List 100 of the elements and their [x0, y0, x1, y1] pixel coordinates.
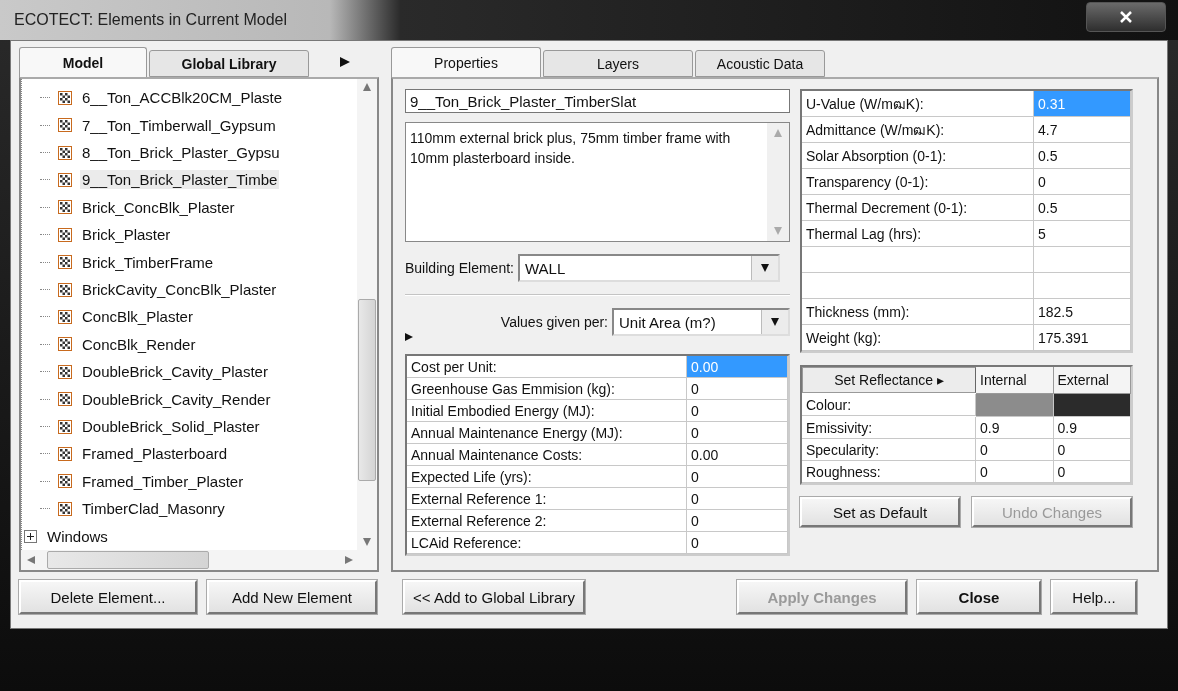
- tree-item[interactable]: 6__Ton_ACCBlk20CM_Plaste: [80, 88, 285, 108]
- table-cell[interactable]: 0: [687, 400, 788, 422]
- tree-item[interactable]: 7__Ton_Timberwall_Gypsum: [80, 115, 278, 135]
- scroll-right-icon: [340, 57, 350, 67]
- table-cell: Initial Embodied Energy (MJ):: [407, 400, 687, 422]
- table-cell[interactable]: 182.5: [1034, 299, 1131, 325]
- table-cell[interactable]: 175.391: [1034, 325, 1131, 351]
- table-cell: Thickness (mm):: [802, 299, 1034, 325]
- table-cell[interactable]: 0.5: [1034, 195, 1131, 221]
- table-cell[interactable]: 0: [687, 532, 788, 554]
- table-cell[interactable]: 0.9: [976, 417, 1054, 439]
- tree-item[interactable]: ConcBlk_Render: [80, 334, 198, 354]
- table-cell[interactable]: 0: [976, 439, 1054, 461]
- tree-item[interactable]: 8__Ton_Brick_Plaster_Gypsu: [80, 143, 282, 162]
- tree-item[interactable]: Brick_ConcBlk_Plaster: [80, 197, 237, 217]
- tree-item[interactable]: 9__Ton_Brick_Plaster_Timbe: [80, 170, 280, 190]
- tree-item[interactable]: Brick_TimberFrame: [80, 252, 216, 272]
- table-cell[interactable]: 0: [1034, 169, 1131, 195]
- table-cell: Cost per Unit:: [407, 356, 687, 378]
- close-icon: [1120, 11, 1132, 23]
- table-cell: Weight (kg):: [802, 325, 1034, 351]
- table-cell: Annual Maintenance Costs:: [407, 444, 687, 466]
- table-cell[interactable]: 5: [1034, 221, 1131, 247]
- tab[interactable]: Properties: [391, 47, 541, 77]
- scroll-up-icon: [774, 129, 782, 137]
- table-cell: LCAid Reference:: [407, 532, 687, 554]
- material-icon: [58, 200, 72, 215]
- vertical-scrollbar[interactable]: [357, 79, 377, 550]
- table-cell: Greenhouse Gas Emmision (kg):: [407, 378, 687, 400]
- tab[interactable]: Model: [19, 47, 147, 77]
- table-cell: Admittance (W/mฒK):: [802, 117, 1034, 143]
- material-icon: [58, 227, 72, 242]
- table-cell[interactable]: 0: [687, 466, 788, 488]
- colour-swatch[interactable]: [1053, 394, 1131, 417]
- tree-item[interactable]: Brick_Plaster: [80, 225, 173, 245]
- tree-item[interactable]: DoubleBrick_Solid_Plaster: [80, 417, 262, 437]
- tree-folder[interactable]: Windows: [45, 526, 110, 546]
- close-button[interactable]: [1086, 2, 1166, 32]
- tree-item[interactable]: BrickCavity_ConcBlk_Plaster: [80, 280, 279, 300]
- material-icon: [58, 474, 72, 489]
- table-cell[interactable]: 0: [687, 488, 788, 510]
- table-cell: Annual Maintenance Energy (MJ):: [407, 422, 687, 444]
- horizontal-scrollbar[interactable]: [21, 550, 377, 570]
- scroll-thumb[interactable]: [47, 551, 209, 569]
- table-cell[interactable]: 0: [687, 510, 788, 532]
- material-icon: [58, 309, 72, 324]
- table-cell[interactable]: 0.00: [687, 444, 788, 466]
- tab[interactable]: Layers: [543, 50, 693, 77]
- material-icon: [58, 337, 72, 352]
- table-cell[interactable]: 0.5: [1034, 143, 1131, 169]
- set-reflectance-button[interactable]: Set Reflectance ▸: [802, 367, 976, 393]
- tree-item[interactable]: ConcBlk_Plaster: [80, 307, 195, 327]
- scroll-up-icon: [363, 83, 371, 91]
- tab[interactable]: Acoustic Data: [695, 50, 825, 77]
- material-icon: [58, 118, 72, 133]
- dropdown-icon: [760, 264, 769, 272]
- material-icon: [58, 145, 72, 160]
- table-cell: Thermal Decrement (0-1):: [802, 195, 1034, 221]
- table-cell[interactable]: 0.9: [1053, 417, 1131, 439]
- description-field[interactable]: 110mm external brick plus, 75mm timber frame with 10mm plasterboard inside.: [405, 122, 790, 242]
- column-header: Internal: [976, 367, 1054, 394]
- table-cell[interactable]: 0: [1053, 461, 1131, 483]
- dialog-button[interactable]: << Add to Global Library: [403, 580, 585, 614]
- material-icon: [58, 255, 72, 270]
- scroll-thumb[interactable]: [358, 298, 376, 481]
- dropdown[interactable]: WALL: [517, 254, 780, 282]
- table-cell: Solar Absorption (0-1):: [802, 143, 1034, 169]
- material-icon: [58, 364, 72, 379]
- material-icon: [58, 501, 72, 516]
- tree-item[interactable]: TimberClad_Masonry: [80, 499, 227, 519]
- table-cell[interactable]: 4.7: [1034, 117, 1131, 143]
- table-cell[interactable]: 0: [976, 461, 1054, 483]
- table-cell[interactable]: 0: [1053, 439, 1131, 461]
- material-icon: [58, 172, 72, 187]
- expand-icon[interactable]: [24, 529, 37, 543]
- dropdown[interactable]: Unit Area (m?): [612, 308, 790, 336]
- column-header: External: [1053, 367, 1131, 394]
- table-cell: External Reference 1:: [407, 488, 687, 510]
- field-label: Values given per:: [500, 314, 608, 330]
- tab[interactable]: Global Library: [149, 50, 309, 77]
- table-cell: Thermal Lag (hrs):: [802, 221, 1034, 247]
- table-cell[interactable]: 0: [687, 422, 788, 444]
- tree-item[interactable]: Framed_Timber_Plaster: [80, 471, 246, 491]
- name-field[interactable]: 9__Ton_Brick_Plaster_TimberSlat: [405, 89, 790, 113]
- table-cell: Emissivity:: [802, 417, 976, 439]
- tree-item[interactable]: DoubleBrick_Cavity_Plaster: [80, 362, 270, 382]
- scroll-down-icon: [774, 227, 782, 235]
- dialog-button[interactable]: Add New Element: [207, 580, 377, 614]
- colour-swatch[interactable]: [976, 394, 1054, 417]
- table-cell: External Reference 2:: [407, 510, 687, 532]
- window-title: ECOTECT: Elements in Current Model: [14, 11, 287, 29]
- table-cell[interactable]: 0: [687, 378, 788, 400]
- dialog-button[interactable]: Delete Element...: [19, 580, 197, 614]
- scroll-down-icon: [363, 538, 371, 546]
- tree-item[interactable]: DoubleBrick_Cavity_Render: [80, 389, 273, 409]
- scroll-right-icon: [345, 556, 353, 564]
- dialog-button[interactable]: Set as Default: [800, 497, 960, 527]
- tree-item[interactable]: Framed_Plasterboard: [80, 444, 230, 464]
- dialog-button[interactable]: Close: [917, 580, 1041, 614]
- dialog-button[interactable]: Help...: [1051, 580, 1137, 614]
